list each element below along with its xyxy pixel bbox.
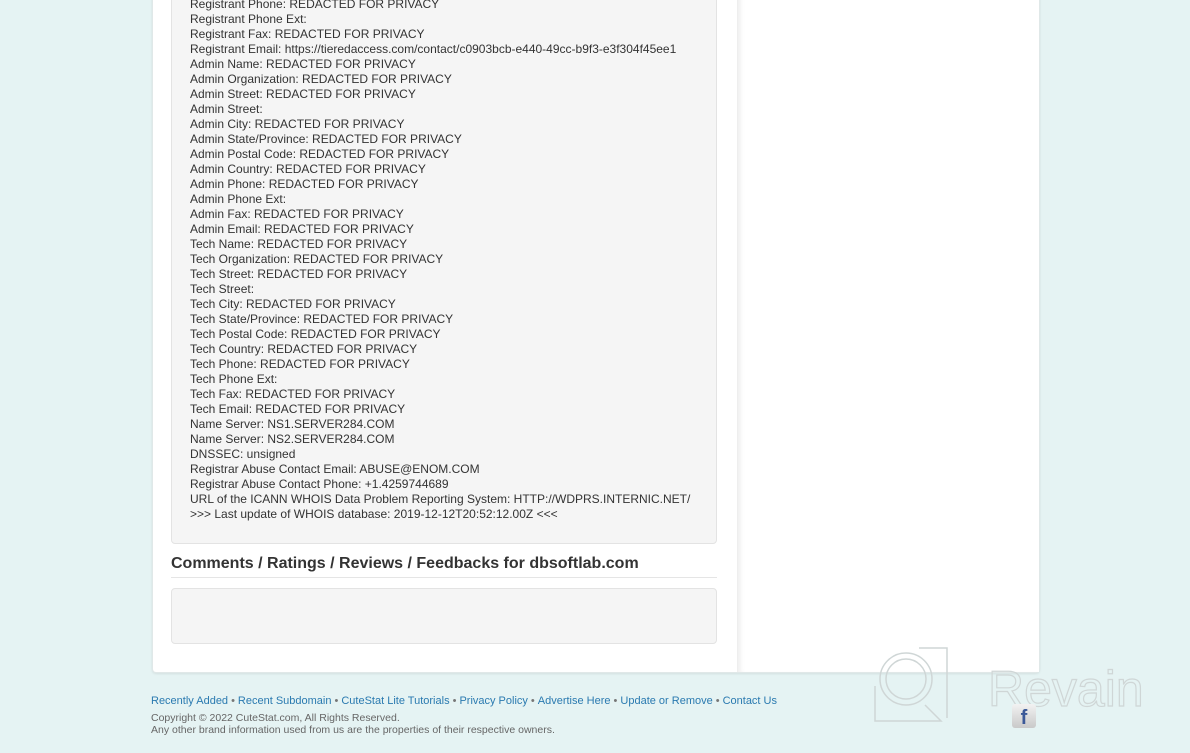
whois-line: Tech Street: xyxy=(190,282,255,296)
whois-record: Registrant Phone: REDACTED FOR PRIVACY Re… xyxy=(190,0,690,522)
whois-line: Admin Country: REDACTED FOR PRIVACY xyxy=(190,162,426,176)
link-separator: • xyxy=(715,695,720,707)
whois-line: Name Server: NS1.SERVER284.COM xyxy=(190,417,395,431)
footer-link[interactable]: Update or Remove xyxy=(620,695,712,707)
whois-line: >>> Last update of WHOIS database: 2019-… xyxy=(190,507,558,521)
whois-line: Admin Phone: REDACTED FOR PRIVACY xyxy=(190,177,419,191)
comments-box xyxy=(171,588,717,644)
whois-line: Tech Name: REDACTED FOR PRIVACY xyxy=(190,237,408,251)
whois-line: Tech City: REDACTED FOR PRIVACY xyxy=(190,297,396,311)
whois-line: Registrar Abuse Contact Phone: +1.425974… xyxy=(190,477,449,491)
whois-line: Tech Phone Ext: xyxy=(190,372,278,386)
whois-line: Tech Postal Code: REDACTED FOR PRIVACY xyxy=(190,327,441,341)
whois-line: Admin Name: REDACTED FOR PRIVACY xyxy=(190,57,416,71)
right-sidebar xyxy=(737,0,1039,672)
whois-line: Tech Fax: REDACTED FOR PRIVACY xyxy=(190,387,396,401)
link-separator: • xyxy=(613,695,618,707)
link-separator: • xyxy=(452,695,457,707)
whois-line: Name Server: NS2.SERVER284.COM xyxy=(190,432,395,446)
whois-line: Admin Email: REDACTED FOR PRIVACY xyxy=(190,222,414,236)
footer: Recently Added • Recent Subdomain • CuteStat… xyxy=(151,695,777,736)
whois-line: Tech Street: REDACTED FOR PRIVACY xyxy=(190,267,408,281)
whois-line: Admin Street: xyxy=(190,102,263,116)
whois-line: Registrant Phone: REDACTED FOR PRIVACY xyxy=(190,0,440,11)
whois-line: Tech Country: REDACTED FOR PRIVACY xyxy=(190,342,418,356)
footer-link[interactable]: CuteStat Lite Tutorials xyxy=(341,695,449,707)
copyright: Copyright © 2022 CuteStat.com, All Right… xyxy=(151,712,400,724)
whois-line: Tech Organization: REDACTED FOR PRIVACY xyxy=(190,252,444,266)
whois-line: DNSSEC: unsigned xyxy=(190,447,296,461)
whois-line: Admin State/Province: REDACTED FOR PRIVA… xyxy=(190,132,462,146)
link-separator: • xyxy=(334,695,339,707)
whois-line: URL of the ICANN WHOIS Data Problem Repo… xyxy=(190,492,691,506)
link-separator: • xyxy=(530,695,535,707)
whois-line: Admin Phone Ext: xyxy=(190,192,287,206)
whois-line: Admin City: REDACTED FOR PRIVACY xyxy=(190,117,405,131)
whois-line: Admin Street: REDACTED FOR PRIVACY xyxy=(190,87,416,101)
whois-line: Tech State/Province: REDACTED FOR PRIVAC… xyxy=(190,312,454,326)
footer-link[interactable]: Contact Us xyxy=(723,695,777,707)
footer-link[interactable]: Recently Added xyxy=(151,695,228,707)
whois-line: Registrar Abuse Contact Email: ABUSE@ENO… xyxy=(190,462,480,476)
disclaimer: Any other brand information used from us… xyxy=(151,724,555,736)
footer-links: Recently Added • Recent Subdomain • CuteStat… xyxy=(151,695,777,707)
footer-link[interactable]: Recent Subdomain xyxy=(238,695,332,707)
whois-line: Registrant Fax: REDACTED FOR PRIVACY xyxy=(190,27,425,41)
whois-line: Registrant Email: https://tieredaccess.c… xyxy=(190,42,677,56)
comments-heading: Comments / Ratings / Reviews / Feedbacks… xyxy=(171,555,717,578)
footer-link[interactable]: Advertise Here xyxy=(538,695,611,707)
footer-link[interactable]: Privacy Policy xyxy=(459,695,527,707)
facebook-icon[interactable]: f xyxy=(1012,704,1036,729)
whois-line: Admin Postal Code: REDACTED FOR PRIVACY xyxy=(190,147,450,161)
link-separator: • xyxy=(231,695,235,707)
whois-line: Tech Phone: REDACTED FOR PRIVACY xyxy=(190,357,410,371)
whois-line: Admin Fax: REDACTED FOR PRIVACY xyxy=(190,207,404,221)
whois-line: Admin Organization: REDACTED FOR PRIVACY xyxy=(190,72,452,86)
whois-line: Tech Email: REDACTED FOR PRIVACY xyxy=(190,402,406,416)
whois-line: Registrant Phone Ext: xyxy=(190,12,307,26)
